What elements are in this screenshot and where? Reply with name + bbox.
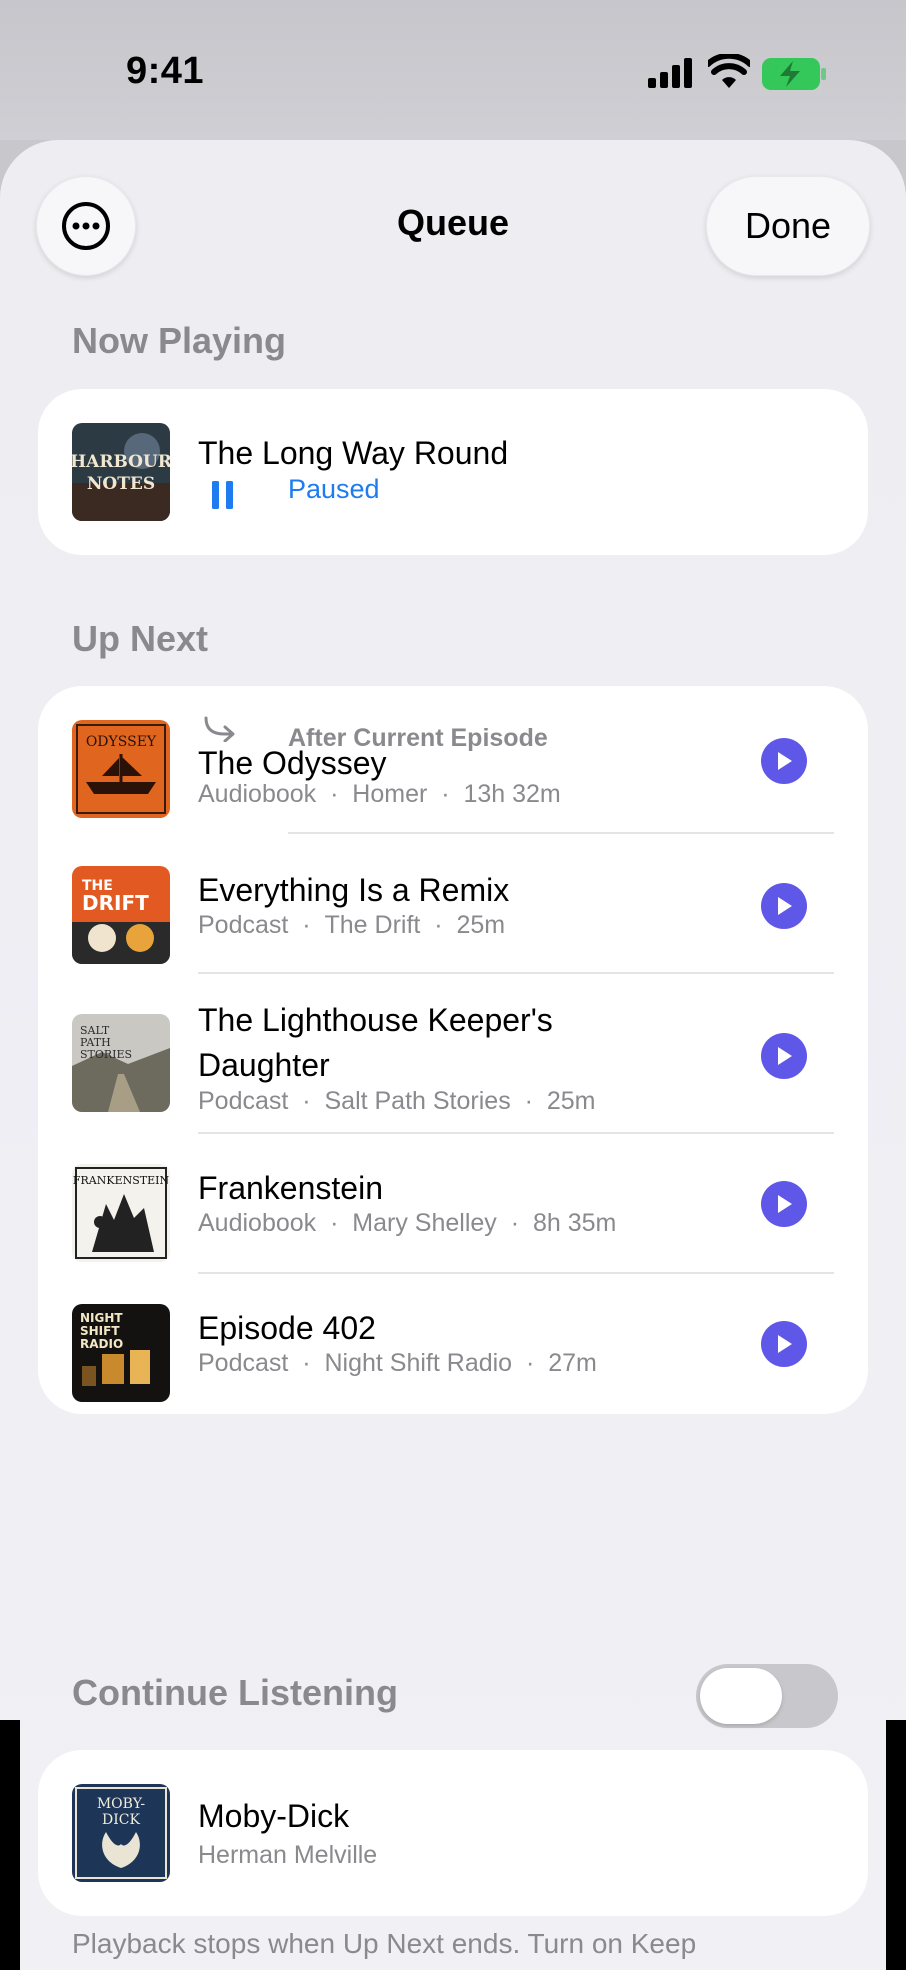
artwork-harbour-notes: HARBOUR NOTES bbox=[72, 423, 170, 521]
toggle-knob bbox=[700, 1668, 782, 1724]
play-button[interactable] bbox=[761, 883, 807, 929]
svg-text:ODYSSEY: ODYSSEY bbox=[86, 734, 157, 750]
item-title: Frankenstein bbox=[198, 1170, 383, 1206]
item-meta: Audiobook · Homer · 13h 32m bbox=[198, 780, 561, 808]
svg-text:STORIES: STORIES bbox=[80, 1048, 132, 1061]
play-icon bbox=[778, 1195, 792, 1213]
svg-text:DRIFT: DRIFT bbox=[82, 891, 149, 915]
now-playing-title: The Long Way Round bbox=[198, 435, 509, 471]
wifi-icon bbox=[708, 54, 750, 88]
item-meta: Podcast · The Drift · 25m bbox=[198, 911, 506, 939]
play-button[interactable] bbox=[761, 1181, 807, 1227]
list-item[interactable]: ODYSSEY The Odyssey Audiobook · Homer · … bbox=[38, 686, 868, 836]
svg-text:HARBOUR: HARBOUR bbox=[72, 452, 170, 472]
list-item[interactable]: NIGHT SHIFT RADIO Episode 402 Podcast · … bbox=[38, 1274, 868, 1410]
background-edge bbox=[886, 1720, 906, 1970]
continue-listening-toggle[interactable] bbox=[696, 1664, 838, 1728]
svg-text:NOTES: NOTES bbox=[87, 474, 155, 494]
item-title: The Lighthouse Keeper's Daughter bbox=[198, 1002, 553, 1083]
queue-sheet: Queue Done Now Playing HARBOUR NOTES The… bbox=[0, 140, 906, 1970]
list-item[interactable]: FRANKENSTEIN Frankenstein Audiobook · Ma… bbox=[38, 1134, 868, 1270]
artwork-odyssey: ODYSSEY bbox=[72, 720, 170, 818]
item-title: Everything Is a Remix bbox=[198, 872, 510, 908]
continue-listening-label: Continue Listening bbox=[72, 1672, 398, 1713]
play-icon bbox=[778, 897, 792, 915]
play-icon bbox=[778, 1335, 792, 1353]
artwork-night-shift-radio: NIGHT SHIFT RADIO bbox=[72, 1304, 170, 1402]
continue-listening-card[interactable]: MOBY- DICK Moby-Dick Herman Melville bbox=[38, 1750, 868, 1916]
item-title: Episode 402 bbox=[198, 1310, 376, 1346]
item-meta: Podcast · Salt Path Stories · 25m bbox=[198, 1087, 596, 1115]
done-button[interactable]: Done bbox=[706, 176, 870, 276]
battery-charging-icon bbox=[762, 58, 826, 90]
list-item[interactable]: THE DRIFT Everything Is a Remix Podcast … bbox=[38, 836, 868, 972]
svg-text:DICK: DICK bbox=[102, 1812, 140, 1828]
play-icon bbox=[778, 752, 792, 770]
svg-text:NIGHT: NIGHT bbox=[80, 1311, 123, 1325]
item-meta: Audiobook · Mary Shelley · 8h 35m bbox=[198, 1209, 617, 1237]
svg-text:SHIFT: SHIFT bbox=[80, 1324, 120, 1338]
artwork-the-drift: THE DRIFT bbox=[72, 866, 170, 964]
playback-state: Paused bbox=[288, 474, 380, 504]
artwork-frankenstein: FRANKENSTEIN bbox=[72, 1164, 170, 1262]
play-button[interactable] bbox=[761, 1033, 807, 1079]
play-button[interactable] bbox=[761, 738, 807, 784]
status-time: 9:41 bbox=[126, 50, 205, 92]
svg-text:FRANKENSTEIN: FRANKENSTEIN bbox=[73, 1174, 170, 1187]
redirect-arrow-icon bbox=[204, 716, 235, 742]
background-edge bbox=[0, 1720, 20, 1970]
now-playing-label: Now Playing bbox=[72, 320, 287, 361]
item-author: Herman Melville bbox=[198, 1841, 378, 1869]
svg-text:MOBY-: MOBY- bbox=[97, 1796, 146, 1812]
item-title: Moby-Dick bbox=[198, 1798, 350, 1834]
footer-note: Playback stops when Up Next ends. Turn o… bbox=[72, 1928, 697, 1959]
item-meta: Podcast · Night Shift Radio · 27m bbox=[198, 1349, 597, 1377]
play-button[interactable] bbox=[761, 1321, 807, 1367]
cellular-signal-icon bbox=[648, 58, 692, 88]
list-item[interactable]: SALT PATH STORIES The Lighthouse Keeper'… bbox=[38, 974, 868, 1134]
artwork-salt-path-stories: SALT PATH STORIES bbox=[72, 1014, 170, 1112]
artwork-moby-dick: MOBY- DICK bbox=[72, 1784, 170, 1882]
play-icon bbox=[778, 1047, 792, 1065]
up-next-card: ODYSSEY The Odyssey Audiobook · Homer · … bbox=[38, 686, 868, 1414]
after-current-label: After Current Episode bbox=[288, 724, 548, 752]
now-playing-card[interactable]: HARBOUR NOTES The Long Way Round bbox=[38, 389, 868, 555]
status-bar: 9:41 bbox=[0, 0, 906, 140]
pause-icon[interactable] bbox=[212, 481, 234, 509]
divider bbox=[288, 832, 834, 834]
svg-text:RADIO: RADIO bbox=[80, 1337, 123, 1351]
up-next-label: Up Next bbox=[72, 618, 209, 659]
